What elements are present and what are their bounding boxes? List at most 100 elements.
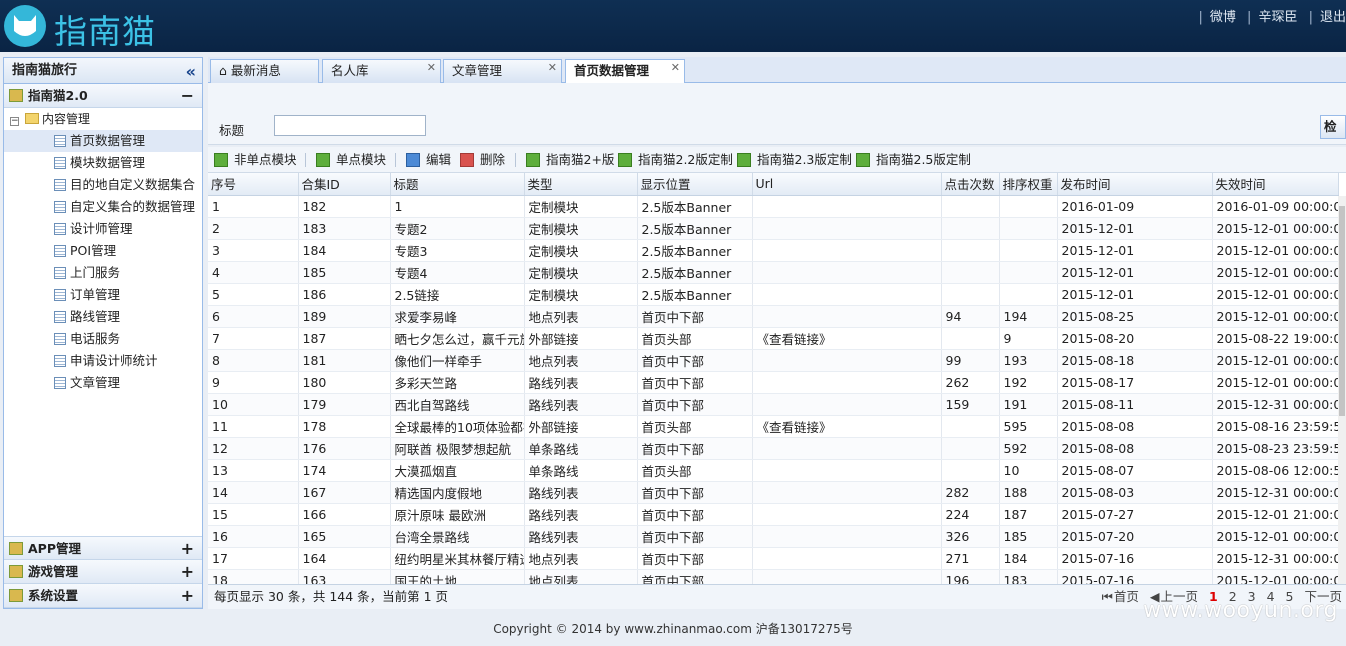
first-page-link[interactable]: ⏮首页 [1102,589,1139,604]
panel-game-header[interactable]: 游戏管理+ [4,560,202,584]
table-cell: 2015-12-01 00:00:00 [1212,349,1338,371]
panel-app-header[interactable]: APP管理+ [4,536,202,560]
column-header[interactable]: 点击次数 [941,173,999,195]
table-row[interactable]: 51862.5链接定制模块2.5版本Banner2015-12-012015-1… [208,283,1338,305]
table-row[interactable]: 9180多彩天竺路路线列表首页中下部2621922015-08-172015-1… [208,371,1338,393]
vertical-scrollbar[interactable] [1338,196,1346,584]
collapse-minus-icon[interactable]: − [181,84,194,107]
file-icon [54,355,66,367]
sidebar-item-destination-collection[interactable]: 目的地自定义数据集合 [4,174,202,196]
file-icon [54,179,66,191]
sidebar-item-designer-stats[interactable]: 申请设计师统计 [4,350,202,372]
table-row[interactable]: 17164纽约明星米其林餐厅精选地点列表首页中下部2711842015-07-1… [208,547,1338,569]
weibo-link[interactable]: 微博 [1210,10,1236,25]
table-cell: 2015-12-01 [1057,239,1212,261]
table-cell: 16 [208,525,298,547]
table-row[interactable]: 16165台湾全景路线路线列表首页中下部3261852015-07-202015… [208,525,1338,547]
sidebar-item-poi[interactable]: POI管理 [4,240,202,262]
version-2-2-button[interactable]: 指南猫2.2版定制 [618,151,733,169]
table-row[interactable]: 8181像他们一样牵手地点列表首页中下部991932015-08-182015-… [208,349,1338,371]
version-2plus-button[interactable]: 指南猫2+版 [526,151,614,169]
version-2-3-button[interactable]: 指南猫2.3版定制 [737,151,852,169]
sidebar-item-phone-service[interactable]: 电话服务 [4,328,202,350]
table-row[interactable]: 3184专题3定制模块2.5版本Banner2015-12-012015-12-… [208,239,1338,261]
table-row[interactable]: 10179西北自驾路线路线列表首页中下部1591912015-08-112015… [208,393,1338,415]
toolbar-divider [395,153,396,167]
table-cell[interactable]: 《查看链接》 [752,415,941,437]
collapse-icon[interactable]: « [186,59,196,84]
sidebar-item-homepage-data[interactable]: 首页数据管理 [4,130,202,152]
search-bar: 标题 [208,83,1346,145]
table-cell: 187 [999,503,1057,525]
sidebar: 指南猫旅行 « 指南猫2.0 − −内容管理 首页数据管理 模块数据管理 目的地… [3,57,203,609]
panel-main-header[interactable]: 指南猫2.0 − [4,84,202,108]
table-cell: 2015-12-01 00:00:00 [1212,217,1338,239]
sidebar-item-articles[interactable]: 文章管理 [4,372,202,394]
expand-plus-icon[interactable]: + [181,560,194,583]
table-cell: 2015-07-20 [1057,525,1212,547]
tree-minus-icon[interactable]: − [10,117,19,126]
table-row[interactable]: 7187晒七夕怎么过，赢千元旅外部链接首页头部《查看链接》92015-08-20… [208,327,1338,349]
sidebar-item-home-service[interactable]: 上门服务 [4,262,202,284]
column-header[interactable]: 类型 [524,173,637,195]
column-header[interactable]: 序号 [208,173,298,195]
close-icon[interactable]: ✕ [671,57,680,79]
sidebar-item-collection-data[interactable]: 自定义集合的数据管理 [4,196,202,218]
title-search-input[interactable] [274,115,426,136]
close-icon[interactable]: ✕ [548,57,557,79]
delete-button[interactable]: 删除 [460,151,505,169]
tab-homepage-data[interactable]: 首页数据管理✕ [565,59,685,84]
single-module-button[interactable]: 单点模块 [316,151,386,169]
table-row[interactable]: 14167精选国内度假地路线列表首页中下部2821882015-08-03201… [208,481,1338,503]
column-header[interactable]: Url [752,173,941,195]
close-icon[interactable]: ✕ [427,57,436,79]
table-row[interactable]: 2183专题2定制模块2.5版本Banner2015-12-012015-12-… [208,217,1338,239]
table-cell: 94 [941,305,999,327]
table-row[interactable]: 11821定制模块2.5版本Banner2016-01-092016-01-09… [208,195,1338,217]
version-2-5-button[interactable]: 指南猫2.5版定制 [856,151,971,169]
non-single-module-button[interactable]: 非单点模块 [214,151,297,169]
expand-plus-icon[interactable]: + [181,537,194,560]
search-button[interactable]: 检索 [1320,115,1346,139]
user-link[interactable]: 辛琛臣 [1258,10,1297,25]
column-header[interactable]: 失效时间 [1212,173,1338,195]
expand-plus-icon[interactable]: + [181,584,194,607]
table-cell: 1 [390,195,524,217]
table-row[interactable]: 13174大漠孤烟直单条路线首页头部102015-08-072015-08-06… [208,459,1338,481]
table-row[interactable]: 4185专题4定制模块2.5版本Banner2015-12-012015-12-… [208,261,1338,283]
table-row[interactable]: 6189求爱李易峰地点列表首页中下部941942015-08-252015-12… [208,305,1338,327]
table-row[interactable]: 11178全球最棒的10项体验都在外部链接首页头部《查看链接》5952015-0… [208,415,1338,437]
column-header[interactable]: 标题 [390,173,524,195]
sidebar-item-module-data[interactable]: 模块数据管理 [4,152,202,174]
table-cell: 2015-08-23 23:59:59 [1212,437,1338,459]
table-cell: 5 [208,283,298,305]
tab-latest-news[interactable]: ⌂ 最新消息 [210,59,319,83]
logout-link[interactable]: 退出 [1320,10,1346,25]
tree-root-content[interactable]: −内容管理 [4,108,202,130]
table-cell[interactable]: 《查看链接》 [752,327,941,349]
column-header[interactable]: 合集ID [298,173,390,195]
table-cell: 2015-08-08 [1057,437,1212,459]
table-cell: 2.5版本Banner [637,217,752,239]
table-body: 11821定制模块2.5版本Banner2016-01-092016-01-09… [208,195,1338,584]
table-cell: 求爱李易峰 [390,305,524,327]
table-cell: 185 [999,525,1057,547]
column-header[interactable]: 显示位置 [637,173,752,195]
panel-settings-header[interactable]: 系统设置+ [4,584,202,608]
sidebar-item-designer[interactable]: 设计师管理 [4,218,202,240]
tab-articles[interactable]: 文章管理✕ [443,59,562,83]
table-row[interactable]: 12176阿联酋 极限梦想起航单条路线首页中下部5922015-08-08201… [208,437,1338,459]
sidebar-item-routes[interactable]: 路线管理 [4,306,202,328]
column-header[interactable]: 排序权重 [999,173,1057,195]
add-icon [316,153,330,167]
table-cell: 183 [298,217,390,239]
table-row[interactable]: 18163国王的土地地点列表首页中下部1961832015-07-162015-… [208,569,1338,584]
scrollbar-thumb[interactable] [1339,206,1345,416]
table-row[interactable]: 15166原汁原味 最欧洲路线列表首页中下部2241872015-07-2720… [208,503,1338,525]
table-cell [999,217,1057,239]
column-header[interactable]: 发布时间 [1057,173,1212,195]
tab-celebrity[interactable]: 名人库✕ [322,59,441,83]
edit-button[interactable]: 编辑 [406,151,451,169]
sidebar-item-orders[interactable]: 订单管理 [4,284,202,306]
home-icon: ⌂ [219,63,227,78]
